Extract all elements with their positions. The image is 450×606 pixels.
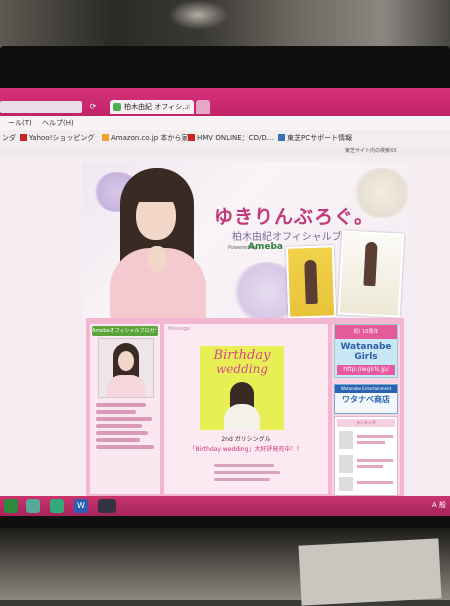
photo-person (363, 241, 378, 287)
menu-help[interactable]: ヘルプ(H) (42, 116, 74, 130)
close-tab-icon[interactable]: ✕ (185, 100, 191, 114)
blog-header: ゆきりんぶろぐ。 柏木由紀オフィシャルブログ Powered by Ameba (82, 162, 408, 318)
desk-area (0, 528, 450, 606)
command-bar: 東芝サイト内の検索XX (0, 146, 450, 156)
profile-link[interactable] (96, 417, 152, 421)
favorite-label: Amazon.co.jp 本から家... (111, 134, 196, 142)
ameba-favicon-icon (113, 103, 121, 111)
ranking-link[interactable] (357, 435, 393, 438)
windows-taskbar: W A 般 (0, 496, 450, 516)
favorite-amazon[interactable]: Amazon.co.jp 本から家... (102, 130, 195, 146)
favorite-hmv[interactable]: HMV ONLINE：CD/D... (188, 130, 273, 146)
favorites-bar: ンダ Yahoo!ショッピング Amazon.co.jp 本から家... HMV… (0, 130, 450, 147)
profile-links (96, 400, 156, 452)
banner-title: Watanabe Girls (340, 342, 392, 362)
single-announcement-link[interactable]: 「Birthday wedding」大好評発売中！！ (164, 444, 328, 453)
ranking-thumbnail[interactable] (339, 455, 353, 473)
app-task-icon[interactable] (50, 499, 64, 513)
hmv-icon (188, 134, 195, 141)
ranking-heading: ランキング (337, 419, 395, 427)
favorite-label: HMV ONLINE：CD/D... (197, 134, 274, 142)
ranking-link[interactable] (357, 481, 393, 484)
entry-link[interactable] (214, 471, 280, 474)
portrait-fringe (132, 182, 180, 202)
ameba-logo[interactable]: Ameba (248, 242, 283, 252)
blog-content: Amebaオフィシャルブロガー Message Birthday wedding… (86, 318, 404, 496)
watanabe-shop-banner[interactable]: Watanabe Entertainment ワタナベ商店 (334, 384, 398, 414)
ceiling-light (168, 0, 228, 30)
monitor-screen: ⟳ 柏木由紀 オフィシ... ✕ ール(T) ヘルプ(H) ⌂ ◙ ✉ 安全 ン… (0, 88, 450, 516)
entry-link[interactable] (214, 464, 274, 467)
jacket-dress (224, 404, 260, 430)
favorite-label: 東芝PCサポート情報 (287, 134, 353, 142)
yahoo-icon (20, 134, 27, 141)
ranking-thumbnail[interactable] (339, 431, 353, 449)
shop-name: ワタナベ商店 (342, 395, 390, 404)
header-photo-yellow (285, 245, 337, 318)
shop-top-label: Watanabe Entertainment (335, 385, 397, 393)
favorite-toshiba[interactable]: 東芝PCサポート情報 (278, 130, 352, 146)
banner-url: http://wgirls.jp/ (337, 365, 395, 375)
blog-title[interactable]: ゆきりんぶろぐ。 (214, 202, 374, 229)
main-column: Message Birthday wedding 2nd ガリシングル 「Bir… (164, 324, 328, 494)
system-tray[interactable]: A 般 (432, 500, 446, 510)
favorite-label: Yahoo!ショッピング (29, 134, 95, 142)
official-blogger-badge[interactable]: Amebaオフィシャルブロガー (92, 326, 158, 336)
room-background (0, 0, 450, 48)
profile-link[interactable] (96, 431, 148, 435)
single-label: 2nd ガリシングル (221, 436, 271, 443)
banner-ribbon: 祝! 10周年 (335, 325, 397, 339)
watanabe-girls-banner[interactable]: 祝! 10周年 Watanabe Girls http://wgirls.jp/ (334, 324, 398, 378)
start-button[interactable] (4, 499, 18, 513)
header-portrait (98, 168, 218, 318)
paper-sheet (298, 538, 442, 606)
media-task-icon[interactable] (98, 499, 116, 513)
blog-page: ゆきりんぶろぐ。 柏木由紀オフィシャルブログ Powered by Ameba … (0, 156, 450, 496)
menu-tools[interactable]: ール(T) (8, 116, 32, 130)
right-sidebar: 祝! 10周年 Watanabe Girls http://wgirls.jp/… (332, 324, 400, 496)
ranking-widget: ランキング (334, 416, 398, 496)
profile-body (107, 375, 145, 397)
profile-photo[interactable] (98, 338, 154, 398)
main-column-heading: Message (168, 326, 190, 332)
ranking-link[interactable] (357, 459, 393, 462)
profile-face (118, 351, 134, 371)
explorer-task-icon[interactable] (26, 499, 40, 513)
profile-sidebar: Amebaオフィシャルブロガー (90, 324, 160, 494)
jacket-title-line1: Birthday (213, 348, 271, 363)
portrait-hands (148, 246, 166, 272)
profile-link[interactable] (96, 424, 142, 428)
ranking-link[interactable] (357, 465, 383, 468)
status-url: 東芝サイト内の検索XX (345, 148, 397, 154)
favorite-item[interactable]: ンダ (2, 130, 16, 146)
word-task-icon[interactable]: W (74, 499, 88, 513)
profile-link[interactable] (96, 445, 154, 449)
browser-tab-strip: ⟳ 柏木由紀 オフィシ... ✕ (0, 88, 450, 116)
address-field[interactable] (0, 101, 82, 113)
profile-text-line (96, 410, 136, 414)
entry-link[interactable] (214, 478, 270, 481)
ranking-thumbnail[interactable] (339, 477, 353, 491)
single-jacket-image[interactable]: Birthday wedding (200, 346, 284, 430)
refresh-icon[interactable]: ⟳ (88, 101, 98, 113)
browser-tab-active[interactable]: 柏木由紀 オフィシ... ✕ (110, 100, 194, 114)
menu-bar: ール(T) ヘルプ(H) ⌂ ◙ ✉ 安全 (0, 116, 450, 170)
photo-person (304, 259, 318, 305)
header-photo-white (337, 230, 405, 318)
tab-title: 柏木由紀 オフィシ... (124, 103, 189, 111)
toshiba-icon (278, 134, 285, 141)
profile-text-line (96, 403, 146, 407)
amazon-icon (102, 134, 109, 141)
new-tab-button[interactable] (196, 100, 210, 114)
entry-links (214, 460, 284, 485)
jacket-title-line2: wedding (216, 362, 268, 376)
favorite-yahoo-shopping[interactable]: Yahoo!ショッピング (20, 130, 94, 146)
ranking-link[interactable] (357, 441, 385, 444)
profile-link[interactable] (96, 438, 140, 442)
